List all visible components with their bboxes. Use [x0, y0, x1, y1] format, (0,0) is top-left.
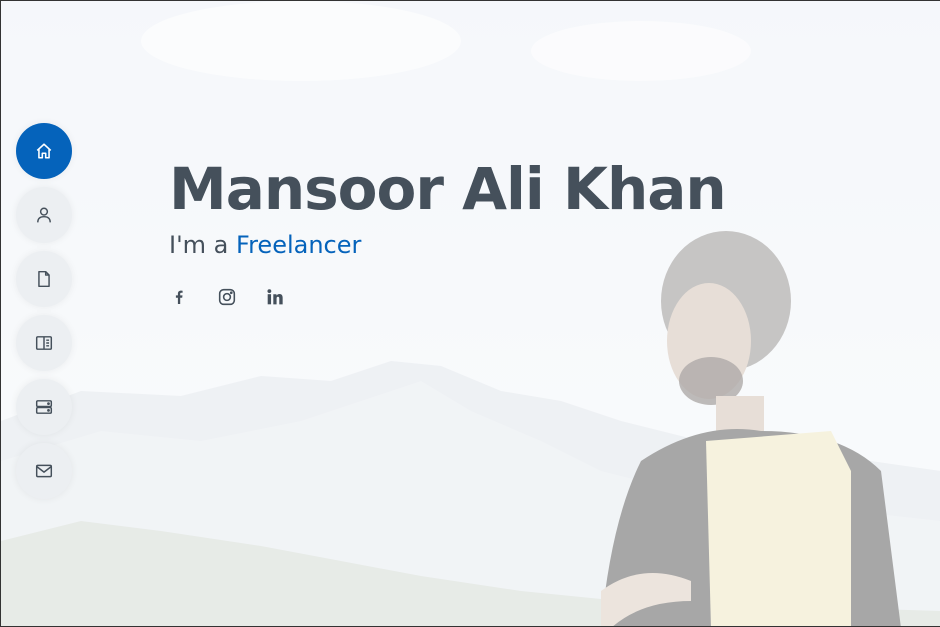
social-links: [169, 287, 726, 307]
linkedin-icon: [267, 289, 283, 305]
hero-content: Mansoor Ali Khan I'm a Freelancer: [169, 153, 727, 307]
hero-section: Mansoor Ali Khan I'm a Freelancer: [0, 0, 940, 627]
tagline-typed-text: Freelancer: [236, 231, 362, 259]
server-icon: [35, 400, 53, 414]
hero-background-image: [1, 1, 940, 626]
nav-services-button[interactable]: [16, 379, 72, 435]
instagram-icon: [218, 288, 236, 306]
nav-about-button[interactable]: [16, 187, 72, 243]
book-icon: [35, 336, 53, 350]
linkedin-link[interactable]: [265, 287, 285, 307]
nav-resume-button[interactable]: [16, 251, 72, 307]
file-icon: [38, 270, 50, 288]
nav-portfolio-button[interactable]: [16, 315, 72, 371]
facebook-link[interactable]: [169, 287, 189, 307]
hero-tagline: I'm a Freelancer: [169, 231, 726, 259]
side-navigation: [16, 123, 72, 499]
instagram-link[interactable]: [217, 287, 237, 307]
home-icon: [36, 143, 52, 159]
envelope-icon: [35, 464, 53, 478]
tagline-prefix: I'm a: [169, 231, 237, 259]
hero-name: Mansoor Ali Khan: [169, 155, 727, 223]
facebook-icon: [175, 290, 183, 304]
nav-home-button[interactable]: [16, 123, 72, 179]
person-icon: [37, 207, 51, 223]
nav-contact-button[interactable]: [16, 443, 72, 499]
